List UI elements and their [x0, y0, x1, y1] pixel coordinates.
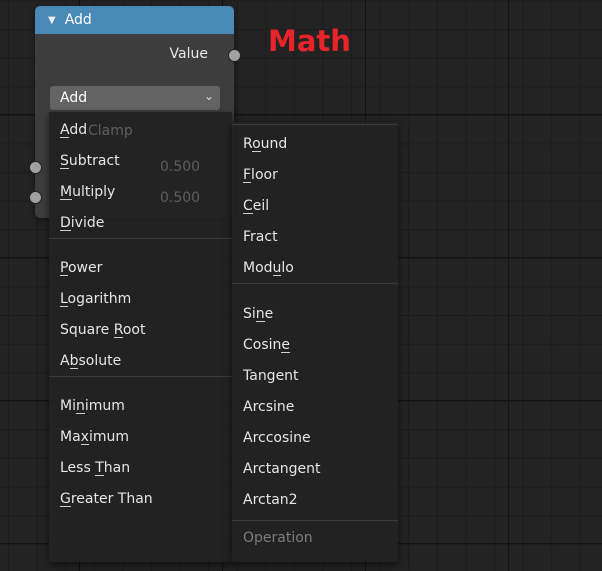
- menu-item-floor[interactable]: Floor: [243, 167, 278, 183]
- menu-item-ceil[interactable]: Ceil: [243, 198, 269, 214]
- menu-item-logarithm[interactable]: Logarithm: [60, 291, 131, 307]
- menu-item-tangent[interactable]: Tangent: [243, 368, 299, 384]
- menu-item-cosine[interactable]: Cosine: [243, 337, 290, 353]
- menu-item-absolute[interactable]: Absolute: [60, 353, 121, 369]
- menu-item-multiply[interactable]: Multiply: [60, 184, 115, 200]
- menu-separator: [232, 520, 398, 521]
- output-socket[interactable]: [228, 49, 241, 62]
- menu-title: Operation: [243, 530, 313, 546]
- menu-item-square-root[interactable]: Square Root: [60, 322, 145, 338]
- node-header[interactable]: ▼ Add: [35, 6, 234, 34]
- menu-item-modulo[interactable]: Modulo: [243, 260, 294, 276]
- menu-separator: [49, 238, 232, 239]
- menu-item-less-than[interactable]: Less Than: [60, 460, 130, 476]
- menu-item-maximum[interactable]: Maximum: [60, 429, 129, 445]
- menu-item-arctangent[interactable]: Arctangent: [243, 461, 321, 477]
- operation-dropdown[interactable]: Add ⌄: [50, 86, 220, 110]
- menu-separator: [232, 124, 398, 125]
- menu-item-subtract[interactable]: Subtract: [60, 153, 120, 169]
- menu-item-add[interactable]: Add: [60, 122, 87, 138]
- menu-item-greater-than[interactable]: Greater Than: [60, 491, 153, 507]
- chevron-down-icon: ⌄: [203, 89, 214, 103]
- collapse-triangle-icon[interactable]: ▼: [48, 15, 56, 26]
- menu-separator: [49, 376, 232, 377]
- menu-item-arccosine[interactable]: Arccosine: [243, 430, 311, 446]
- input-socket-2[interactable]: [29, 191, 42, 204]
- menu-item-sine[interactable]: Sine: [243, 306, 273, 322]
- menu-item-round[interactable]: Round: [243, 136, 287, 152]
- input-socket-1[interactable]: [29, 161, 42, 174]
- operation-menu: Add Subtract Multiply Divide Power Logarithm S…: [49, 112, 398, 562]
- math-annotation: Math: [268, 24, 351, 58]
- menu-column-left: Add Subtract Multiply Divide Power Logarithm S…: [49, 112, 232, 562]
- menu-item-arctan2[interactable]: Arctan2: [243, 492, 298, 508]
- menu-column-right: Operation Round Floor Ceil Fract Modulo Sine C…: [232, 122, 398, 562]
- menu-item-divide[interactable]: Divide: [60, 215, 104, 231]
- operation-value: Add: [60, 90, 88, 106]
- menu-item-arcsine[interactable]: Arcsine: [243, 399, 294, 415]
- node-title: Add: [64, 12, 92, 28]
- menu-item-minimum[interactable]: Minimum: [60, 398, 125, 414]
- menu-separator: [232, 283, 398, 284]
- menu-item-power[interactable]: Power: [60, 260, 102, 276]
- output-value-label: Value: [169, 46, 208, 62]
- menu-item-fract[interactable]: Fract: [243, 229, 278, 245]
